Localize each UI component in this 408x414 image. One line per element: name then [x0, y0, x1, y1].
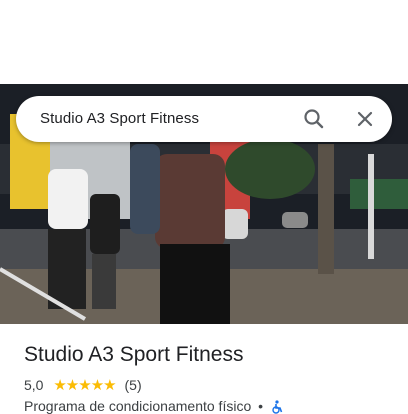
search-icon[interactable] — [300, 105, 328, 133]
review-count-link[interactable]: (5) — [125, 377, 142, 393]
category-row: Programa de condicionamento físico • — [24, 398, 284, 414]
search-bar[interactable]: Studio A3 Sport Fitness — [16, 96, 392, 142]
rating-value: 5,0 — [24, 377, 44, 394]
rating-stars: ★★★★★ — [53, 377, 116, 395]
top-blank-area — [0, 0, 408, 84]
separator: • — [258, 398, 264, 414]
place-title: Studio A3 Sport Fitness — [24, 343, 244, 366]
place-category: Programa de condicionamento físico — [24, 398, 252, 414]
wheelchair-icon — [270, 398, 284, 414]
close-icon[interactable] — [351, 105, 379, 133]
rating-row: 5,0 ★★★★★ (5) — [24, 376, 142, 394]
search-input[interactable]: Studio A3 Sport Fitness — [40, 110, 199, 127]
